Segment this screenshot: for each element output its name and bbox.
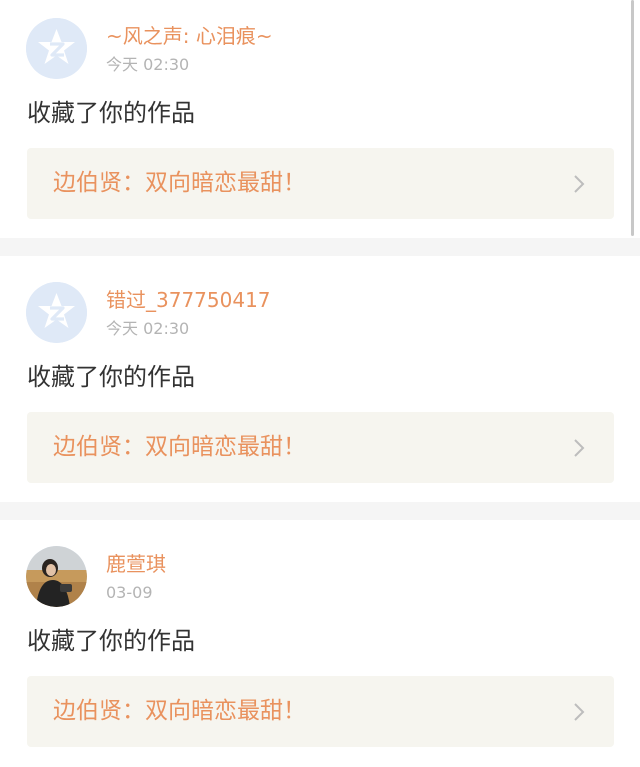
work-title: 边伯贤：双向暗恋最甜！ — [53, 434, 306, 460]
work-title: 边伯贤：双向暗恋最甜！ — [53, 698, 306, 724]
scrollbar[interactable] — [631, 0, 634, 236]
action-text: 收藏了你的作品 — [27, 99, 195, 127]
chevron-right-icon — [570, 173, 588, 195]
avatar[interactable] — [26, 18, 87, 79]
notification-card: 错过_377750417 今天 02:30 收藏了你的作品 边伯贤：双向暗恋最甜… — [0, 256, 640, 502]
work-link[interactable]: 边伯贤：双向暗恋最甜！ — [27, 676, 614, 747]
timestamp: 03-09 — [106, 583, 153, 602]
timestamp: 今天 02:30 — [106, 319, 190, 338]
user-name[interactable]: ~风之声: 心泪痕~ — [106, 22, 273, 50]
work-link[interactable]: 边伯贤：双向暗恋最甜！ — [27, 148, 614, 219]
chevron-right-icon — [570, 701, 588, 723]
chevron-right-icon — [570, 437, 588, 459]
action-text: 收藏了你的作品 — [27, 363, 195, 391]
default-avatar-icon — [26, 18, 87, 79]
notification-card: ~风之声: 心泪痕~ 今天 02:30 收藏了你的作品 边伯贤：双向暗恋最甜！ — [0, 0, 640, 238]
avatar[interactable] — [26, 282, 87, 343]
default-avatar-icon — [26, 282, 87, 343]
action-text: 收藏了你的作品 — [27, 627, 195, 655]
user-name[interactable]: 鹿萱琪 — [106, 550, 166, 578]
work-title: 边伯贤：双向暗恋最甜！ — [53, 170, 306, 196]
user-photo-avatar — [26, 546, 87, 607]
notification-card: 鹿萱琪 03-09 收藏了你的作品 边伯贤：双向暗恋最甜！ — [0, 520, 640, 767]
work-link[interactable]: 边伯贤：双向暗恋最甜！ — [27, 412, 614, 483]
avatar[interactable] — [26, 546, 87, 607]
timestamp: 今天 02:30 — [106, 55, 190, 74]
user-name[interactable]: 错过_377750417 — [106, 286, 271, 314]
